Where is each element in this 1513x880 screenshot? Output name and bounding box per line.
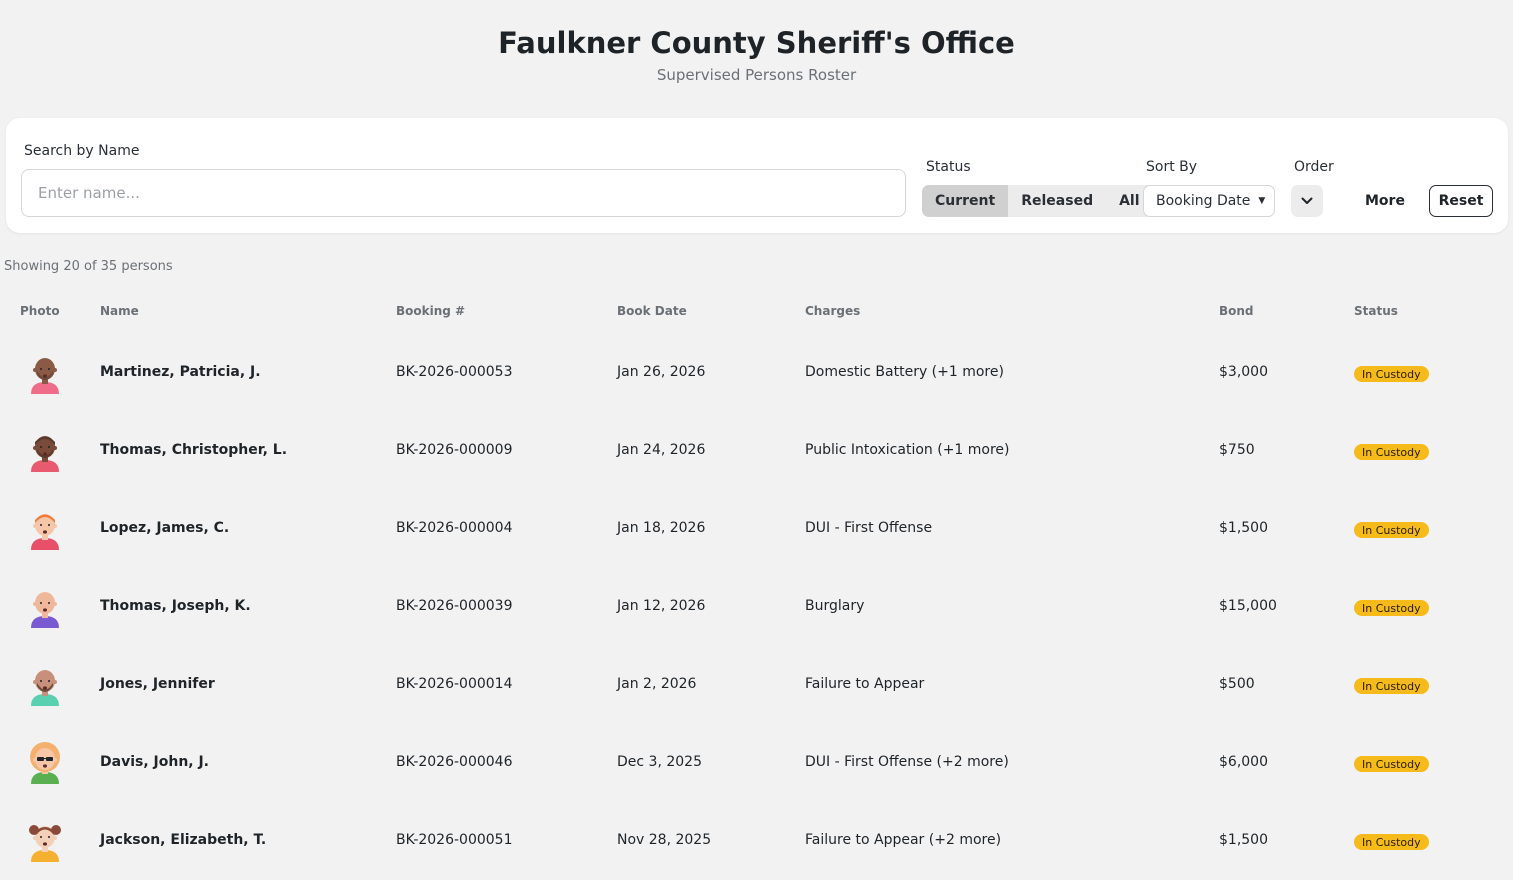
bond-amount: $1,500 (1219, 520, 1268, 536)
sort-label: Sort By (1146, 159, 1198, 175)
status-badge: In Custody (1354, 444, 1429, 460)
booking-date: Jan 2, 2026 (617, 676, 697, 692)
column-header-booking[interactable]: Booking # (396, 304, 465, 318)
order-label: Order (1294, 159, 1334, 175)
status-badge: In Custody (1354, 678, 1429, 694)
order-button[interactable] (1291, 185, 1323, 217)
status-badge: In Custody (1354, 522, 1429, 538)
column-header-bond[interactable]: Bond (1219, 304, 1254, 318)
booking-number: BK-2026-000039 (396, 598, 513, 614)
page-subtitle: Supervised Persons Roster (656, 66, 857, 84)
column-header-status[interactable]: Status (1354, 304, 1398, 318)
person-name[interactable]: Lopez, James, C. (100, 520, 229, 536)
avatar (25, 508, 65, 550)
bond-amount: $750 (1219, 442, 1255, 458)
column-header-name[interactable]: Name (100, 304, 139, 318)
search-input[interactable] (21, 169, 906, 217)
booking-date: Jan 12, 2026 (617, 598, 706, 614)
booking-date: Jan 18, 2026 (617, 520, 706, 536)
booking-date: Jan 26, 2026 (617, 364, 706, 380)
status-badge: In Custody (1354, 756, 1429, 772)
booking-date: Jan 24, 2026 (617, 442, 706, 458)
avatar (25, 430, 65, 472)
charges: DUI - First Offense (805, 520, 933, 536)
reset-button[interactable]: Reset (1429, 185, 1493, 217)
status-toggle: Current Released All (922, 185, 1153, 217)
table-row[interactable]: Jones, Jennifer BK-2026-000014 Jan 2, 20… (0, 646, 1513, 724)
filter-panel: Search by Name Status Current Released A… (6, 118, 1508, 233)
charges: Domestic Battery (+1 more) (805, 364, 1004, 380)
bond-amount: $15,000 (1219, 598, 1277, 614)
status-option-current[interactable]: Current (922, 185, 1009, 217)
person-name[interactable]: Jackson, Elizabeth, T. (100, 832, 266, 848)
avatar (25, 742, 65, 784)
person-name[interactable]: Martinez, Patricia, J. (100, 364, 261, 380)
status-badge: In Custody (1354, 366, 1429, 382)
table-row[interactable]: Davis, John, J. BK-2026-000046 Dec 3, 20… (0, 724, 1513, 802)
result-count: Showing 20 of 35 persons (4, 259, 173, 274)
charges: Failure to Appear (+2 more) (805, 832, 1002, 848)
booking-number: BK-2026-000046 (396, 754, 513, 770)
booking-number: BK-2026-000014 (396, 676, 513, 692)
person-name[interactable]: Thomas, Joseph, K. (100, 598, 251, 614)
bond-amount: $1,500 (1219, 832, 1268, 848)
table-row[interactable]: Thomas, Joseph, K. BK-2026-000039 Jan 12… (0, 568, 1513, 646)
table-header: Photo Name Booking # Book Date Charges B… (0, 304, 1513, 322)
booking-date: Nov 28, 2025 (617, 832, 712, 848)
booking-number: BK-2026-000051 (396, 832, 513, 848)
person-name[interactable]: Davis, John, J. (100, 754, 209, 770)
status-badge: In Custody (1354, 834, 1429, 850)
charges: Burglary (805, 598, 865, 614)
bond-amount: $500 (1219, 676, 1255, 692)
column-header-charges[interactable]: Charges (805, 304, 860, 318)
avatar (25, 820, 65, 862)
sort-select-value: Booking Date (1156, 193, 1251, 209)
search-label: Search by Name (24, 143, 140, 159)
status-badge: In Custody (1354, 600, 1429, 616)
column-header-photo[interactable]: Photo (20, 304, 60, 318)
table-row[interactable]: Martinez, Patricia, J. BK-2026-000053 Ja… (0, 334, 1513, 412)
person-name[interactable]: Thomas, Christopher, L. (100, 442, 287, 458)
column-header-date[interactable]: Book Date (617, 304, 687, 318)
charges: Public Intoxication (+1 more) (805, 442, 1010, 458)
booking-date: Dec 3, 2025 (617, 754, 702, 770)
status-label: Status (926, 159, 971, 175)
bond-amount: $3,000 (1219, 364, 1268, 380)
page-header: Faulkner County Sheriff's Office Supervi… (0, 0, 1513, 118)
more-button[interactable]: More (1351, 185, 1419, 217)
table-row[interactable]: Thomas, Christopher, L. BK-2026-000009 J… (0, 412, 1513, 490)
table-row[interactable]: Lopez, James, C. BK-2026-000004 Jan 18, … (0, 490, 1513, 568)
sort-select[interactable]: Booking Date ▼ (1143, 185, 1275, 217)
avatar (25, 664, 65, 706)
table-row[interactable]: Jackson, Elizabeth, T. BK-2026-000051 No… (0, 802, 1513, 880)
chevron-down-icon (1301, 197, 1313, 204)
page-title: Faulkner County Sheriff's Office (498, 26, 1015, 60)
charges: DUI - First Offense (+2 more) (805, 754, 1009, 770)
caret-down-icon: ▼ (1258, 196, 1266, 206)
booking-number: BK-2026-000004 (396, 520, 513, 536)
charges: Failure to Appear (805, 676, 925, 692)
bond-amount: $6,000 (1219, 754, 1268, 770)
avatar (25, 586, 65, 628)
booking-number: BK-2026-000009 (396, 442, 513, 458)
table-body: Martinez, Patricia, J. BK-2026-000053 Ja… (0, 334, 1513, 880)
status-option-released[interactable]: Released (1008, 185, 1106, 217)
booking-number: BK-2026-000053 (396, 364, 513, 380)
avatar (25, 352, 65, 394)
person-name[interactable]: Jones, Jennifer (100, 676, 215, 692)
